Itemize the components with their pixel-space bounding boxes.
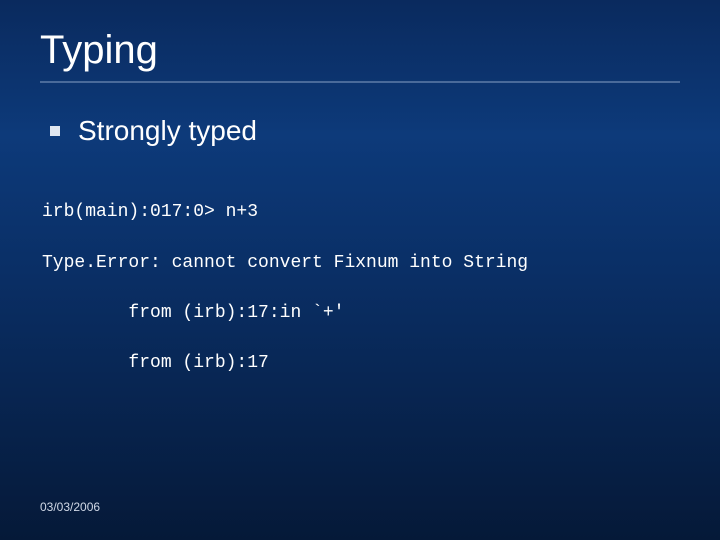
code-line: irb(main):017:0> n+3: [42, 200, 680, 225]
code-line: Type.Error: cannot convert Fixnum into S…: [42, 251, 680, 276]
code-line: from (irb):17: [42, 351, 680, 376]
slide-title: Typing: [40, 28, 680, 83]
bullet-text: Strongly typed: [78, 115, 257, 147]
bullet-item: Strongly typed: [50, 115, 680, 147]
square-bullet-icon: [50, 126, 60, 136]
code-line: from (irb):17:in `+': [42, 301, 680, 326]
code-block: irb(main):017:0> n+3 Type.Error: cannot …: [42, 175, 680, 402]
footer-date: 03/03/2006: [40, 500, 100, 514]
